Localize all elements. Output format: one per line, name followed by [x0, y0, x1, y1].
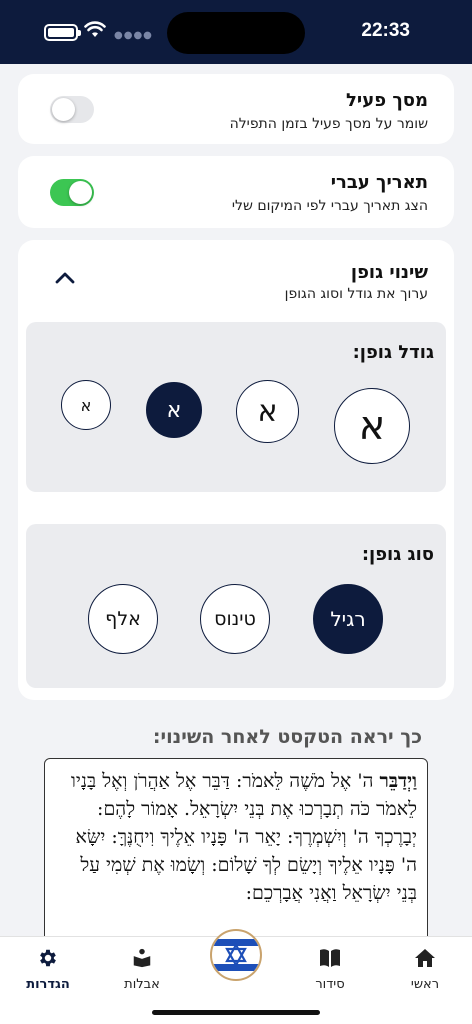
- active-screen-title: מסך פעיל: [346, 90, 428, 111]
- tab-label: ראשי: [410, 977, 440, 992]
- font-change-title: שינוי גופן: [350, 262, 428, 283]
- font-change-subtitle: ערוך את גודל וסוג הגופן: [284, 286, 428, 302]
- signal-icon: ●●●●: [114, 30, 153, 41]
- font-type-panel: סוג גופן: רגיל טינוס אלף: [26, 524, 446, 688]
- preview-body: ה' אֶל מֹשֶׁה לֵּאמֹר: דַּבֵּר אֶל אַהֲר…: [71, 770, 417, 904]
- tab-label: הגדרות: [26, 977, 70, 992]
- font-type-alef[interactable]: אלף: [88, 584, 158, 654]
- active-screen-subtitle: שומר על מסך פעיל בזמן התפילה: [229, 116, 428, 132]
- preview-box: וַיְדַבֵּר ה' אֶל מֹשֶׁה לֵּאמֹר: דַּבֵּ…: [44, 758, 428, 936]
- settings-content[interactable]: מסך פעיל שומר על מסך פעיל בזמן התפילה תא…: [0, 64, 472, 936]
- hebrew-date-card: תאריך עברי הצג תאריך עברי לפי המיקום שלי: [18, 156, 454, 228]
- tab-settings[interactable]: הגדרות: [8, 947, 88, 992]
- tab-siddur[interactable]: סידור: [290, 947, 370, 992]
- font-size-option-large[interactable]: א: [236, 380, 299, 443]
- preview-first-word: וַיְדַבֵּר: [379, 770, 417, 792]
- home-indicator: [152, 1010, 320, 1015]
- chevron-up-icon[interactable]: [52, 268, 78, 288]
- wifi-icon: [84, 21, 106, 37]
- gear-icon: [40, 949, 56, 967]
- home-icon: [415, 949, 435, 967]
- font-size-label: גודל גופן:: [352, 342, 434, 363]
- battery-icon: [44, 24, 81, 41]
- font-type-tinos[interactable]: טינוס: [200, 584, 270, 654]
- mourning-icon: [133, 948, 151, 968]
- hebrew-date-toggle[interactable]: [50, 179, 94, 206]
- font-size-panel: גודל גופן: א א א א: [26, 322, 446, 492]
- font-size-option-small[interactable]: א: [61, 380, 111, 430]
- font-size-option-xl[interactable]: א: [334, 388, 410, 464]
- hebrew-date-subtitle: הצג תאריך עברי לפי המיקום שלי: [231, 198, 428, 214]
- font-type-regular[interactable]: רגיל: [313, 584, 383, 654]
- dynamic-island: [167, 12, 305, 54]
- font-type-label: סוג גופן:: [361, 544, 434, 565]
- font-change-card: שינוי גופן ערוך את גודל וסוג הגופן גודל …: [18, 240, 454, 700]
- tab-home[interactable]: ראשי: [385, 947, 465, 992]
- status-bar: ●●●● 22:33: [0, 0, 472, 64]
- font-size-option-medium[interactable]: א: [146, 382, 202, 438]
- book-icon: [320, 949, 340, 967]
- active-screen-toggle[interactable]: [50, 96, 94, 123]
- hebrew-date-title: תאריך עברי: [330, 172, 428, 193]
- active-screen-card: מסך פעיל שומר על מסך פעיל בזמן התפילה: [18, 74, 454, 144]
- status-time: 22:33: [361, 20, 410, 41]
- preview-label: כך יראה הטקסט לאחר השינוי:: [152, 726, 422, 748]
- tab-mourning[interactable]: אבלות: [102, 947, 182, 992]
- tab-label: סידור: [315, 977, 345, 992]
- tab-label: אבלות: [124, 977, 160, 992]
- preview-text: וַיְדַבֵּר ה' אֶל מֹשֶׁה לֵּאמֹר: דַּבֵּ…: [55, 767, 417, 907]
- israel-flag-icon[interactable]: [210, 929, 262, 981]
